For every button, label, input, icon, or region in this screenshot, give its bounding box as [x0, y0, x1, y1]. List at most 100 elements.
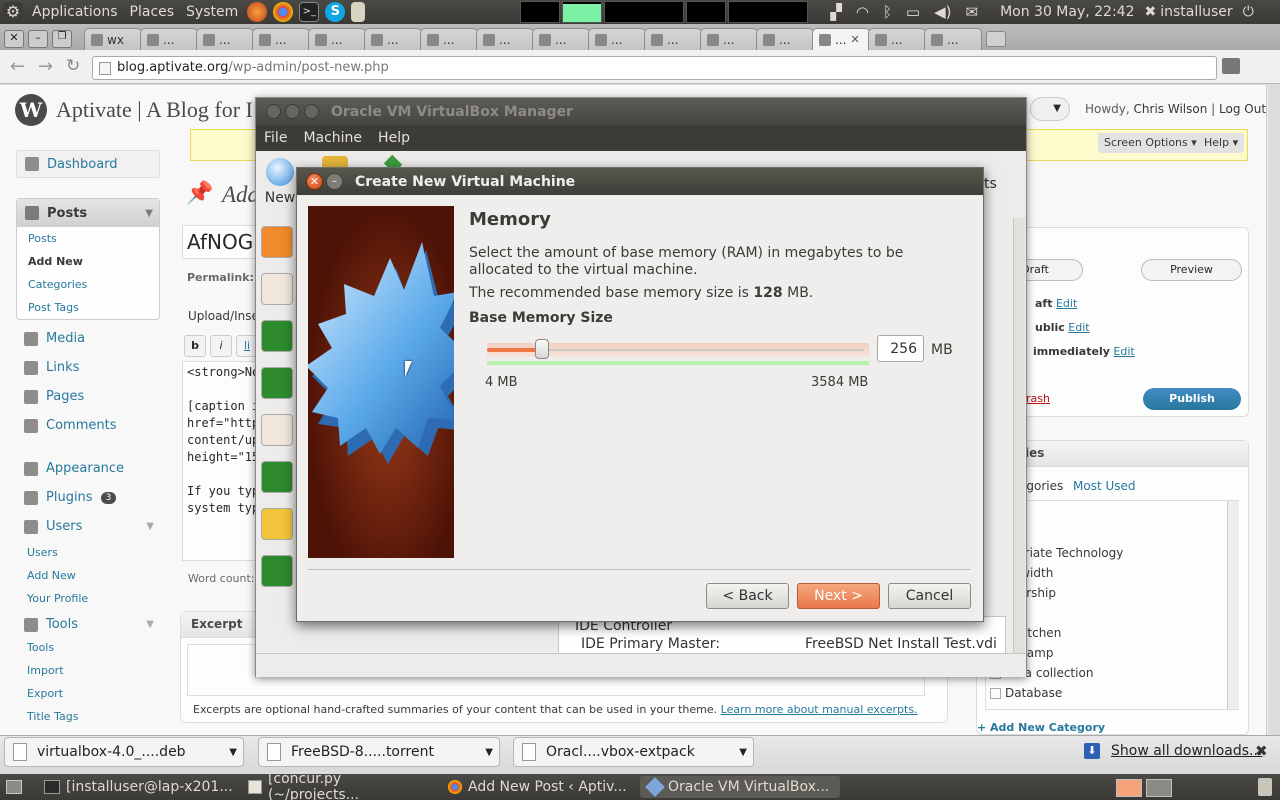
tab-close-icon[interactable]: ✕: [850, 33, 859, 46]
vm-os-icon[interactable]: [261, 320, 293, 352]
battery-icon[interactable]: ▭: [906, 3, 920, 21]
italic-button[interactable]: i: [210, 335, 232, 357]
category-item[interactable]: Database: [990, 683, 1234, 703]
help-button[interactable]: Help ▾: [1198, 133, 1245, 153]
browser-tab[interactable]: ... ✕: [812, 28, 870, 50]
task-virtualbox[interactable]: Oracle VM VirtualBox...: [640, 776, 840, 798]
back-button[interactable]: < Back: [706, 583, 789, 609]
new-tab-button[interactable]: [986, 31, 1006, 47]
memory-spinbox[interactable]: 256: [877, 335, 924, 362]
address-bar[interactable]: blog.aptivate.org/wp-admin/post-new.php: [92, 56, 1217, 80]
show-all-downloads-link[interactable]: Show all downloads...: [1111, 743, 1262, 759]
show-desktop-icon[interactable]: [6, 780, 22, 794]
preview-button[interactable]: Preview: [1141, 259, 1242, 281]
network-icon[interactable]: ▞: [830, 3, 842, 21]
user-name[interactable]: installuser: [1160, 4, 1232, 20]
vm-os-icon[interactable]: [261, 226, 293, 258]
places-menu[interactable]: Places: [124, 4, 181, 20]
workspace-switcher[interactable]: [1116, 779, 1176, 797]
clock[interactable]: Mon 30 May, 22:42: [1000, 4, 1134, 20]
browser-tab[interactable]: ...: [476, 28, 534, 50]
vbm-close-icon[interactable]: [266, 104, 281, 119]
nav-export[interactable]: Export: [16, 682, 160, 705]
vbm-menu-machine[interactable]: Machine: [295, 130, 370, 146]
vbm-details-scrollbar[interactable]: [1013, 218, 1025, 653]
schedule-edit-link[interactable]: Edit: [1113, 345, 1134, 358]
close-download-shelf-icon[interactable]: ✖: [1255, 742, 1268, 760]
add-new-category-link[interactable]: + Add New Category: [977, 721, 1105, 734]
back-icon[interactable]: ←: [10, 56, 25, 77]
nav-users-add-new[interactable]: Add New: [16, 564, 160, 587]
browser-tab[interactable]: ...: [308, 28, 366, 50]
browser-tab[interactable]: wx: [84, 28, 142, 50]
system-menu[interactable]: System: [180, 4, 244, 20]
window-minimize-icon[interactable]: –: [28, 30, 48, 48]
nav-your-profile[interactable]: Your Profile: [16, 587, 160, 610]
vbm-new-button[interactable]: New: [262, 158, 298, 206]
browser-tab[interactable]: ...: [420, 28, 478, 50]
download-item-3-menu-icon[interactable]: ▼: [739, 747, 747, 758]
skype-icon[interactable]: S: [325, 2, 346, 22]
vm-os-icon[interactable]: [261, 414, 293, 446]
nav-links[interactable]: Links: [16, 353, 160, 382]
trash-link[interactable]: rash: [1026, 392, 1050, 405]
dialog-close-icon[interactable]: ✕: [306, 173, 323, 190]
nav-users[interactable]: Users ▼: [16, 512, 160, 541]
publish-button[interactable]: Publish: [1143, 388, 1241, 410]
reload-icon[interactable]: ↻: [66, 56, 80, 76]
browser-tab[interactable]: ...: [252, 28, 310, 50]
vbm-minimize-icon[interactable]: [285, 104, 300, 119]
task-editor[interactable]: [concur.py (~/projects...: [240, 771, 436, 800]
vm-os-icon[interactable]: [261, 461, 293, 493]
usb-drive-icon[interactable]: [351, 2, 366, 22]
window-close-icon[interactable]: ✕: [4, 30, 24, 48]
wp-page-scrollbar[interactable]: [1266, 85, 1268, 735]
download-item-3[interactable]: Oracl....vbox-extpack ▼: [513, 737, 754, 767]
category-checkbox[interactable]: [990, 687, 1001, 699]
task-terminal[interactable]: [installuser@lap-x201...: [36, 776, 236, 798]
download-item-1[interactable]: virtualbox-4.0_....deb ▼: [4, 737, 244, 767]
cancel-button[interactable]: Cancel: [888, 583, 971, 609]
nav-plugins[interactable]: Plugins 3: [16, 483, 160, 512]
vm-os-icon[interactable]: [261, 367, 293, 399]
nav-title-tags[interactable]: Title Tags: [16, 705, 160, 728]
browser-tab[interactable]: ...: [588, 28, 646, 50]
download-item-2[interactable]: FreeBSD-8.....torrent ▼: [258, 737, 500, 767]
status-edit-link[interactable]: Edit: [1056, 297, 1077, 310]
nav-posts[interactable]: Posts ▼: [17, 199, 159, 227]
nav-appearance[interactable]: Appearance: [16, 454, 160, 483]
power-icon[interactable]: ⏻: [1243, 4, 1254, 20]
trash-icon[interactable]: [1258, 778, 1272, 796]
nav-tools[interactable]: Tools ▼: [16, 610, 160, 639]
category-scrollbar[interactable]: [1227, 501, 1239, 709]
browser-tab[interactable]: ...: [196, 28, 254, 50]
applications-menu[interactable]: Applications: [26, 4, 124, 20]
vm-os-icon[interactable]: [261, 508, 293, 540]
firefox-icon[interactable]: [247, 2, 268, 22]
memory-slider-thumb[interactable]: [535, 339, 549, 359]
vbm-menu-file[interactable]: File: [256, 130, 295, 146]
browser-tab[interactable]: ...: [700, 28, 758, 50]
tab-most-used[interactable]: Most Used: [1073, 479, 1136, 493]
workspace-2[interactable]: [1146, 779, 1172, 797]
chrome-icon[interactable]: [273, 2, 294, 22]
visibility-edit-link[interactable]: Edit: [1068, 321, 1089, 334]
post-title-input[interactable]: AfNOG: [182, 225, 262, 259]
user-profile-link[interactable]: Chris Wilson: [1134, 102, 1208, 116]
download-item-1-menu-icon[interactable]: ▼: [229, 747, 237, 758]
nav-media[interactable]: Media: [16, 324, 160, 353]
browser-tab[interactable]: ...: [644, 28, 702, 50]
volume-icon[interactable]: ◀): [934, 3, 951, 21]
workspace-1[interactable]: [1116, 779, 1142, 797]
nav-posts-all[interactable]: Posts: [17, 227, 159, 250]
nav-import[interactable]: Import: [16, 659, 160, 682]
favorite-actions-dropdown[interactable]: ▼: [1030, 97, 1070, 121]
dialog-minimize-icon[interactable]: –: [326, 173, 343, 190]
nav-dashboard[interactable]: Dashboard: [16, 150, 160, 178]
browser-tab[interactable]: ...: [532, 28, 590, 50]
download-item-2-menu-icon[interactable]: ▼: [485, 747, 493, 758]
nav-categories[interactable]: Categories: [17, 273, 159, 296]
bold-button[interactable]: b: [184, 335, 206, 357]
nav-users-all[interactable]: Users: [16, 541, 160, 564]
site-title[interactable]: Aptivate | A Blog for I: [56, 97, 253, 123]
